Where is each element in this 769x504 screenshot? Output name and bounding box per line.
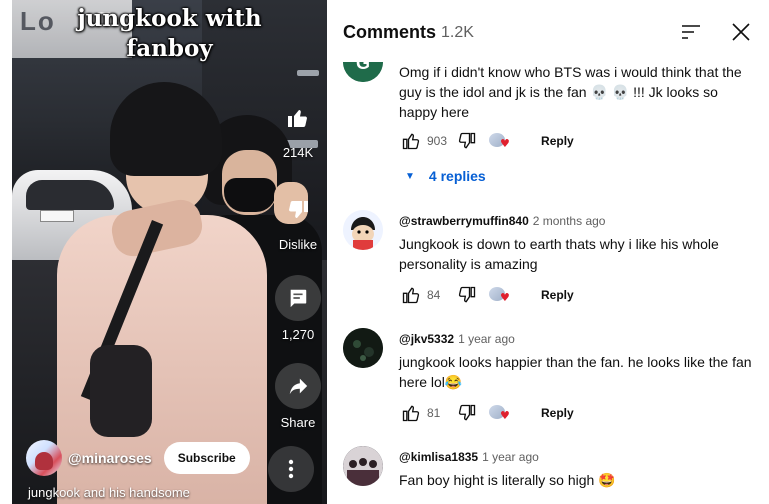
comment-meta: @jkv5332 1 year ago <box>399 330 759 348</box>
comment-author[interactable]: @jkv5332 <box>399 332 454 346</box>
video-title-line-1: jungkook with <box>77 5 262 32</box>
comments-panel: G Omg if i didn't know who BTS was i wou… <box>327 0 769 504</box>
close-icon <box>732 23 750 41</box>
comment-meta: @strawberrymuffin840 2 months ago <box>399 212 759 230</box>
comment-count: 1,270 <box>281 327 315 342</box>
sort-icon <box>682 25 700 39</box>
comment-like-count: 81 <box>427 406 441 420</box>
comment-meta: @kimlisa1835 1 year ago <box>399 448 759 466</box>
comment-time[interactable]: 2 months ago <box>533 214 606 228</box>
thumbs-up-icon[interactable] <box>275 95 321 141</box>
more-vert-icon <box>288 459 294 479</box>
reply-button[interactable]: Reply <box>541 288 574 302</box>
comment-actions: 903 ♥ Reply <box>399 129 574 153</box>
video-title-line-2: fanboy <box>126 35 213 62</box>
comment-time[interactable]: 1 year ago <box>482 450 539 464</box>
like-count: 214K <box>282 145 314 160</box>
heart-icon: ♥ <box>500 291 510 304</box>
comments-header: Comments 1.2K <box>327 0 769 62</box>
comment-item: @jkv5332 1 year ago jungkook looks happie… <box>399 330 759 392</box>
comment-time[interactable]: 1 year ago <box>458 332 515 346</box>
comment-text: jungkook looks happier than the fan. he … <box>399 354 752 390</box>
comment-like-count: 84 <box>427 288 441 302</box>
comment-avatar[interactable] <box>343 210 383 250</box>
sort-button[interactable] <box>677 18 705 46</box>
comment-like-count: 903 <box>427 134 448 148</box>
car-plate <box>40 210 74 222</box>
more-options-button[interactable] <box>268 446 314 492</box>
creator-heart: ♥ <box>489 403 513 423</box>
background-light <box>297 70 319 76</box>
thumbs-down-icon[interactable] <box>275 187 321 233</box>
like-action[interactable]: 214K <box>266 95 327 160</box>
video-description[interactable]: jungkook and his handsome <box>28 485 190 500</box>
share-label: Share <box>280 415 316 430</box>
view-replies-button[interactable]: ▼ 4 replies <box>399 158 486 194</box>
crossbody-bag <box>90 345 152 437</box>
dislike-label: Dislike <box>278 237 318 252</box>
comment-avatar[interactable] <box>343 328 383 368</box>
chevron-down-icon: ▼ <box>405 170 415 182</box>
comment-text: Fan boy hight is literally so high 🤩 <box>399 472 616 488</box>
heart-icon: ♥ <box>500 137 510 150</box>
comments-action[interactable]: 1,270 <box>266 275 327 342</box>
comment-dislike-icon[interactable] <box>455 401 479 425</box>
comment-avatar[interactable] <box>343 446 383 486</box>
comment-text: Jungkook is down to earth thats why i li… <box>399 236 719 272</box>
comment-icon[interactable] <box>275 275 321 321</box>
share-icon[interactable] <box>275 363 321 409</box>
comment-author[interactable]: @kimlisa1835 <box>399 450 478 464</box>
short-video-player[interactable]: Lo jungkook with fanboy 214K Dislike 1,2… <box>12 0 327 504</box>
share-action[interactable]: Share <box>266 363 327 430</box>
comments-title: Comments <box>343 22 437 42</box>
comment-like-icon[interactable] <box>399 283 423 307</box>
video-overlay-title: jungkook with fanboy <box>12 4 327 64</box>
dislike-action[interactable]: Dislike <box>266 187 327 252</box>
comment-dislike-icon[interactable] <box>455 129 479 153</box>
replies-count-label: 4 replies <box>428 168 486 184</box>
comment-item: Omg if i didn't know who BTS was i would… <box>399 58 759 122</box>
comment-like-icon[interactable] <box>399 401 423 425</box>
comment-like-icon[interactable] <box>399 129 423 153</box>
reply-button[interactable]: Reply <box>541 134 574 148</box>
comment-author[interactable]: @strawberrymuffin840 <box>399 214 529 228</box>
comment-actions: 84 ♥ Reply <box>399 283 574 307</box>
comment-dislike-icon[interactable] <box>455 283 479 307</box>
subscribe-button[interactable]: Subscribe <box>163 442 250 474</box>
channel-avatar[interactable] <box>26 440 62 476</box>
comments-count: 1.2K <box>441 24 474 41</box>
close-button[interactable] <box>727 18 755 46</box>
reply-button[interactable]: Reply <box>541 406 574 420</box>
comment-text: Omg if i didn't know who BTS was i would… <box>399 64 742 120</box>
comment-actions: 81 ♥ Reply <box>399 401 574 425</box>
channel-row: @minaroses Subscribe <box>26 440 250 476</box>
comment-item: @strawberrymuffin840 2 months ago Jungkoo… <box>399 212 759 274</box>
creator-heart: ♥ <box>489 285 513 305</box>
comment-item: @kimlisa1835 1 year ago Fan boy hight is … <box>399 448 759 490</box>
heart-icon: ♥ <box>500 409 510 422</box>
creator-heart: ♥ <box>489 131 513 151</box>
channel-name[interactable]: @minaroses <box>68 450 152 466</box>
car-window <box>26 180 114 210</box>
